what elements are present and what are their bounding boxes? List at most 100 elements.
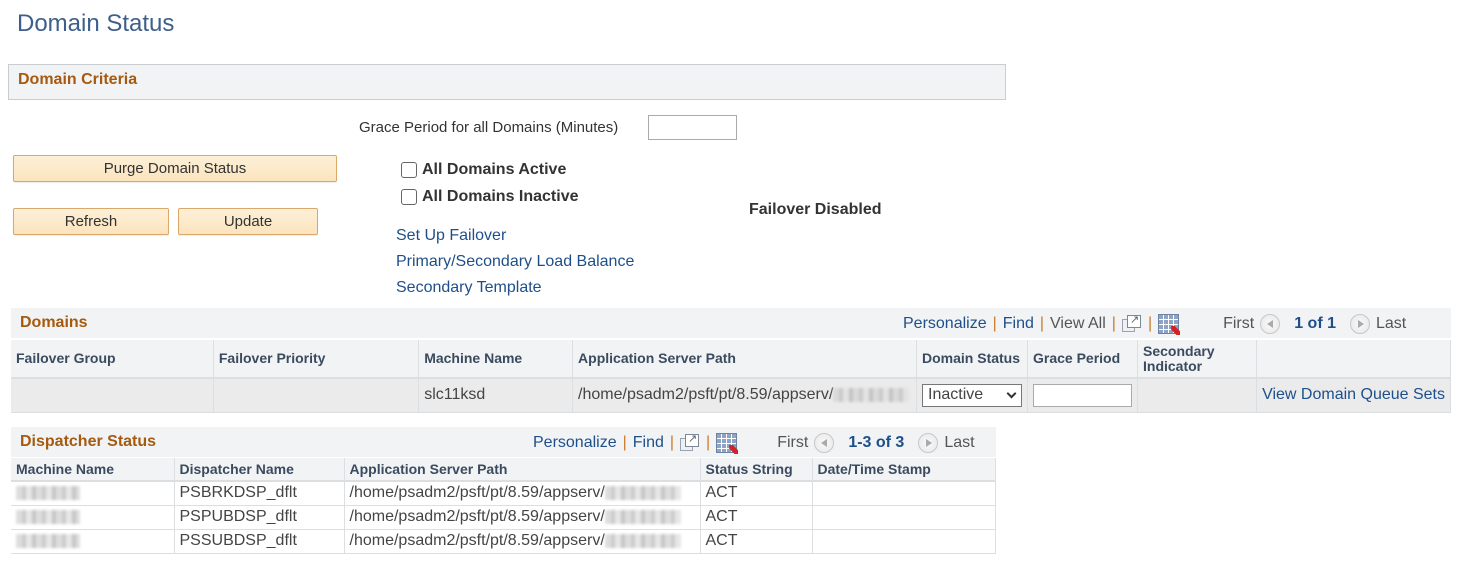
grace-period-cell: [1027, 378, 1138, 413]
separator: |: [622, 434, 627, 451]
column-header-app-server-path: Application Server Path: [572, 340, 917, 379]
domains-title: Domains: [20, 314, 88, 331]
grace-period-input[interactable]: [648, 115, 737, 140]
separator: |: [669, 434, 675, 451]
domains-grid-toolbar: Personalize | Find | View All | | First …: [903, 313, 1406, 334]
set-up-failover-link[interactable]: Set Up Failover: [396, 227, 506, 245]
separator: |: [1111, 315, 1116, 332]
separator: |: [1147, 315, 1153, 332]
column-header-status-string: Status String: [700, 458, 813, 482]
app-server-path-text: /home/psadm2/psft/pt/8.59/appserv/: [578, 386, 834, 404]
zoom-grid-icon[interactable]: [1121, 313, 1142, 333]
failover-status-text: Failover Disabled: [749, 201, 882, 218]
column-header-actions: [1256, 340, 1451, 379]
dispatcher-personalize-link[interactable]: Personalize: [533, 434, 617, 452]
date-time-stamp-cell: [812, 529, 996, 554]
app-server-path-cell: /home/psadm2/psft/pt/8.59/appserv/: [344, 505, 701, 530]
app-server-path-cell: /home/psadm2/psft/pt/8.59/appserv/: [344, 529, 701, 554]
redacted-text: [604, 533, 681, 548]
table-row: slc11ksd /home/psadm2/psft/pt/8.59/appse…: [11, 378, 1451, 413]
previous-icon[interactable]: [1260, 314, 1281, 334]
next-icon[interactable]: [1350, 314, 1370, 334]
table-row: PSBRKDSP_dflt /home/psadm2/psft/pt/8.59/…: [11, 481, 996, 506]
machine-name-cell: [11, 529, 175, 554]
domains-personalize-link[interactable]: Personalize: [903, 315, 987, 333]
all-domains-inactive-label: All Domains Inactive: [422, 188, 579, 205]
domains-table: Failover Group Failover Priority Machine…: [11, 340, 1451, 413]
secondary-indicator-cell: [1137, 378, 1258, 413]
domains-last-link[interactable]: Last: [1376, 315, 1406, 333]
previous-icon[interactable]: [814, 433, 835, 453]
load-balance-link[interactable]: Primary/Secondary Load Balance: [396, 253, 634, 271]
dispatcher-find-link[interactable]: Find: [633, 434, 664, 452]
next-icon[interactable]: [918, 433, 939, 453]
separator: |: [992, 315, 997, 332]
date-time-stamp-cell: [812, 505, 996, 530]
view-domain-queue-sets-link[interactable]: View Domain Queue Sets: [1262, 386, 1445, 403]
refresh-button[interactable]: Refresh: [13, 208, 169, 235]
failover-group-cell: [11, 378, 214, 413]
all-domains-inactive-checkbox[interactable]: [401, 189, 417, 205]
dispatcher-grid-toolbar: Personalize | Find | | First 1-3 of 3 La…: [533, 432, 975, 453]
all-domains-active-option[interactable]: All Domains Active: [401, 161, 566, 179]
column-header-failover-group: Failover Group: [11, 340, 214, 379]
redacted-text: [16, 533, 80, 548]
domains-view-all-link[interactable]: View All: [1050, 315, 1106, 333]
action-cell: View Domain Queue Sets: [1256, 378, 1451, 413]
app-server-path-cell: /home/psadm2/psft/pt/8.59/appserv/: [344, 481, 701, 506]
column-header-machine-name: Machine Name: [418, 340, 574, 379]
domain-status-select[interactable]: Inactive: [922, 383, 1022, 407]
app-server-path-cell: /home/psadm2/psft/pt/8.59/appserv/: [572, 378, 917, 413]
domains-grid-header: Domains Personalize | Find | View All | …: [11, 308, 1451, 338]
dispatcher-pagination: 1-3 of 3: [848, 434, 905, 451]
download-to-excel-icon[interactable]: [716, 433, 738, 453]
column-header-app-server-path: Application Server Path: [344, 458, 701, 482]
purge-domain-status-button[interactable]: Purge Domain Status: [13, 155, 337, 182]
dispatcher-first-link[interactable]: First: [777, 434, 808, 452]
status-string-cell: ACT: [700, 481, 813, 506]
dispatcher-status-table: Machine Name Dispatcher Name Application…: [11, 458, 996, 554]
redacted-text: [833, 388, 910, 403]
grace-period-row-input[interactable]: [1033, 383, 1132, 407]
separator: |: [1039, 315, 1045, 332]
status-string-cell: ACT: [700, 505, 813, 530]
download-to-excel-icon[interactable]: [1158, 314, 1180, 334]
status-string-cell: ACT: [700, 529, 813, 554]
separator: |: [706, 434, 711, 451]
domain-status-value: Inactive: [928, 386, 984, 404]
column-header-dispatcher-name: Dispatcher Name: [174, 458, 345, 482]
all-domains-inactive-option[interactable]: All Domains Inactive: [401, 188, 579, 206]
machine-name-cell: slc11ksd: [418, 378, 574, 413]
column-header-grace-period: Grace Period: [1027, 340, 1138, 379]
chevron-down-icon: [1006, 388, 1017, 399]
column-header-failover-priority: Failover Priority: [213, 340, 420, 379]
table-row: PSPUBDSP_dflt /home/psadm2/psft/pt/8.59/…: [11, 505, 996, 530]
app-server-path-text: /home/psadm2/psft/pt/8.59/appserv/: [349, 532, 605, 549]
domains-pagination: 1 of 1: [1294, 315, 1336, 332]
update-button[interactable]: Update: [178, 208, 318, 235]
all-domains-active-checkbox[interactable]: [401, 162, 417, 178]
dispatcher-status-title: Dispatcher Status: [20, 433, 157, 450]
page-title: Domain Status: [17, 10, 175, 37]
dispatcher-grid-header: Dispatcher Status Personalize | Find | |…: [11, 427, 996, 457]
failover-priority-cell: [213, 378, 420, 413]
app-server-path-text: /home/psadm2/psft/pt/8.59/appserv/: [349, 484, 605, 502]
domain-status-cell: Inactive: [916, 378, 1028, 413]
zoom-grid-icon[interactable]: [680, 432, 700, 452]
table-header-row: Failover Group Failover Priority Machine…: [11, 340, 1451, 379]
dispatcher-name-cell: PSPUBDSP_dflt: [174, 505, 345, 530]
secondary-template-link[interactable]: Secondary Template: [396, 279, 542, 297]
domain-criteria-header: Domain Criteria: [8, 64, 1006, 100]
date-time-stamp-cell: [812, 481, 996, 506]
redacted-text: [16, 486, 80, 501]
domains-find-link[interactable]: Find: [1003, 315, 1034, 333]
dispatcher-last-link[interactable]: Last: [944, 434, 974, 452]
domains-first-link[interactable]: First: [1223, 315, 1254, 333]
grace-period-label: Grace Period for all Domains (Minutes): [359, 119, 619, 136]
all-domains-active-label: All Domains Active: [422, 161, 567, 178]
redacted-text: [604, 509, 681, 524]
app-server-path-text: /home/psadm2/psft/pt/8.59/appserv/: [349, 508, 605, 525]
column-header-secondary-indicator: Secondary Indicator: [1137, 340, 1258, 379]
dispatcher-name-cell: PSBRKDSP_dflt: [174, 481, 345, 506]
machine-name-cell: [11, 481, 175, 506]
